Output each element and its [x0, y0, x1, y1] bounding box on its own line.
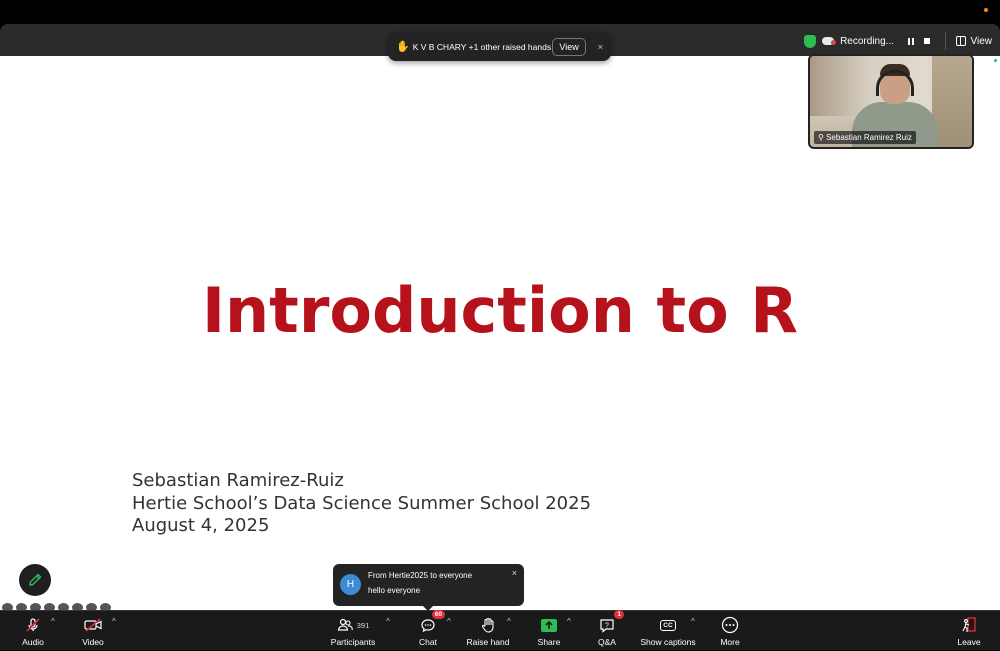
raised-hands-view-button[interactable]: View — [552, 37, 586, 56]
raised-hand-icon: ✋ — [396, 41, 410, 53]
mic-muted-icon — [25, 616, 41, 634]
raise-hand-options-chevron-icon[interactable]: ^ — [507, 617, 511, 626]
shield-icon — [804, 34, 817, 48]
share-options-chevron-icon[interactable]: ^ — [567, 617, 571, 626]
leave-door-icon — [961, 616, 977, 634]
share-screen-icon — [540, 616, 558, 634]
camera-off-icon — [83, 616, 103, 634]
pin-icon: ⚲ — [818, 133, 827, 142]
raise-hand-label: Raise hand — [466, 637, 510, 647]
leave-button[interactable]: Leave — [954, 611, 984, 651]
audio-label: Audio — [22, 637, 44, 647]
more-icon — [721, 616, 739, 634]
audio-button[interactable]: Audio — [18, 611, 48, 651]
captions-icon-wrap: CC — [660, 616, 676, 634]
participants-count: 391 — [356, 620, 370, 630]
qa-icon-wrap: ? 1 — [599, 610, 624, 634]
share-label: Share — [537, 637, 561, 647]
participant-name-label: ⚲ Sebastian Ramirez Ruiz — [814, 131, 916, 144]
status-dot — [984, 8, 988, 12]
raised-hands-text: K V B CHARY +1 other raised hands — [412, 41, 552, 52]
chat-icon-wrap: 60 — [420, 610, 445, 634]
grid-icon — [955, 36, 966, 46]
participants-icon — [337, 618, 353, 631]
raise-hand-icon — [481, 616, 495, 634]
close-icon[interactable]: × — [598, 42, 603, 52]
participant-name: Sebastian Ramirez Ruiz — [826, 133, 912, 142]
chat-from: From Hertie2025 to everyone — [368, 571, 473, 580]
raised-hands-notification: ✋ K V B CHARY +1 other raised hands View… — [388, 32, 611, 61]
chat-message: hello everyone — [368, 586, 421, 595]
cloud-record-icon — [822, 37, 837, 45]
meeting-toolbar: Audio ^ Video ^ 391 Participants ^ 60 Ch… — [0, 610, 1000, 650]
chat-icon — [421, 618, 435, 632]
qa-icon: ? — [600, 618, 614, 633]
pencil-icon — [29, 573, 42, 586]
share-button[interactable]: Share — [534, 611, 564, 651]
avatar: H — [340, 574, 361, 595]
audio-options-chevron-icon[interactable]: ^ — [51, 617, 55, 626]
leave-label: Leave — [957, 637, 981, 647]
view-label: View — [970, 35, 993, 47]
chat-notification[interactable]: H From Hertie2025 to everyone hello ever… — [333, 564, 524, 611]
pause-icon[interactable] — [908, 37, 914, 45]
qa-badge: 1 — [614, 610, 624, 619]
svg-text:?: ? — [605, 622, 609, 629]
participants-button[interactable]: 391 Participants — [328, 611, 378, 651]
video-shelf — [932, 56, 972, 147]
stop-icon[interactable] — [924, 38, 930, 44]
recording-indicator[interactable]: Recording... — [804, 32, 930, 50]
chat-button[interactable]: 60 Chat — [413, 610, 445, 651]
captions-button[interactable]: CC Show captions — [638, 611, 698, 651]
slide-event: Hertie School’s Data Science Summer Scho… — [132, 492, 592, 514]
participants-options-chevron-icon[interactable]: ^ — [386, 617, 390, 626]
participant-video-tile[interactable]: ⚲ Sebastian Ramirez Ruiz — [808, 54, 974, 149]
chat-label: Chat — [419, 637, 437, 647]
chat-badge: 60 — [431, 610, 445, 619]
annotate-button[interactable] — [19, 564, 51, 596]
participants-icon-wrap: 391 — [337, 616, 370, 634]
participants-label: Participants — [330, 637, 376, 647]
slide-date: August 4, 2025 — [132, 515, 270, 536]
video-button[interactable]: Video — [78, 611, 108, 651]
view-button[interactable]: View — [944, 32, 993, 50]
more-button[interactable]: More — [715, 611, 745, 651]
headphones — [876, 70, 914, 96]
captions-options-chevron-icon[interactable]: ^ — [691, 617, 695, 626]
video-options-chevron-icon[interactable]: ^ — [112, 617, 116, 626]
qa-label: Q&A — [598, 637, 616, 647]
captions-icon: CC — [660, 619, 676, 631]
raise-hand-button[interactable]: Raise hand — [465, 611, 511, 651]
video-label: Video — [82, 637, 104, 647]
slide-meta: Sebastian Ramirez-Ruiz Hertie School’s D… — [132, 470, 591, 538]
close-icon[interactable]: × — [512, 568, 517, 578]
active-indicator-dot — [994, 59, 997, 62]
more-label: More — [720, 637, 740, 647]
os-top-bar — [0, 0, 1000, 24]
recording-label: Recording... — [840, 35, 894, 47]
chat-options-chevron-icon[interactable]: ^ — [447, 617, 451, 626]
slide-author: Sebastian Ramirez-Ruiz — [132, 470, 344, 491]
qa-button[interactable]: ? 1 Q&A — [592, 610, 624, 651]
slide-title: Introduction to R — [201, 274, 799, 347]
captions-label: Show captions — [640, 637, 696, 647]
